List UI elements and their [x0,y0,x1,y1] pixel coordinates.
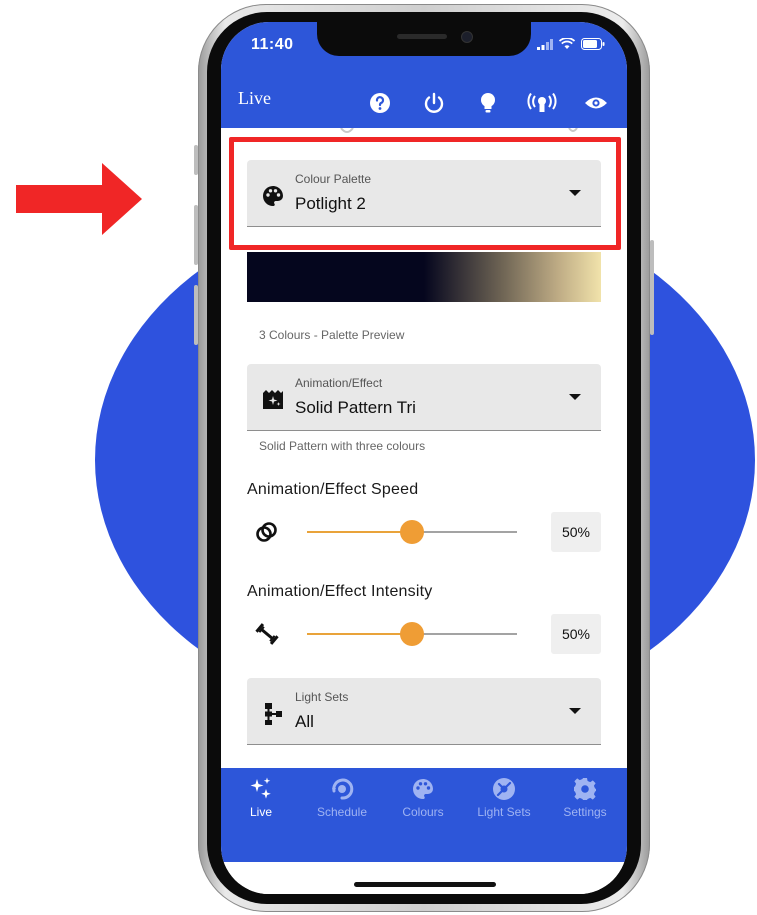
movie-sparkle-icon [263,390,283,409]
phone-power-button [650,240,654,335]
stage: 11:40 Live Colour Palette Potlight 2 3 C… [0,0,757,915]
app-bar-actions [363,86,613,120]
phone-volume-down-button [194,285,198,345]
animation-effect-select[interactable]: Animation/Effect Solid Pattern Tri [247,364,601,431]
highlight-box [229,137,621,250]
animation-effect-value: Solid Pattern Tri [295,398,416,417]
dropdown-caret-icon [569,394,581,400]
help-icon[interactable] [363,86,397,120]
wifi-icon [559,38,575,49]
gear-icon [574,778,596,800]
speed-slider-fill [307,531,412,533]
bottom-tab-bar: Live Schedule Colours Light Sets Setting… [221,768,627,862]
tab-light-sets[interactable]: Light Sets [464,776,544,819]
intensity-slider-row: 50% [247,614,601,654]
cellular-signal-icon [537,38,553,50]
tab-schedule-label: Schedule [316,805,368,819]
notch [317,22,531,56]
broadcast-icon[interactable] [525,86,559,120]
phone-silent-switch [194,145,198,175]
status-icons [537,38,605,50]
status-time: 11:40 [251,36,294,53]
tab-light-sets-label: Light Sets [477,805,531,819]
tab-settings-label: Settings [563,805,607,819]
front-camera [461,31,473,43]
eye-icon[interactable] [579,86,613,120]
light-sets-value: All [295,712,314,731]
schedule-icon [332,778,354,800]
speed-slider-row: 50% [247,512,601,552]
light-sets-label: Light Sets [295,690,349,704]
app-bar: Live [221,78,627,128]
home-indicator-area [221,862,627,894]
light-sets-tree-icon [265,703,282,725]
tab-live-label: Live [249,805,272,819]
speed-rings-icon [256,522,277,542]
speed-slider-track[interactable] [307,520,517,544]
red-arrow-icon [16,163,142,235]
phone-volume-up-button [194,205,198,265]
intensity-slider-thumb[interactable] [400,622,424,646]
intensity-dumbbell-icon [255,623,279,645]
tab-colours[interactable]: Colours [383,776,463,819]
home-indicator[interactable] [354,882,496,887]
power-icon[interactable] [417,86,451,120]
tab-live[interactable]: Live [221,776,301,819]
speed-slider-thumb[interactable] [400,520,424,544]
battery-icon [581,38,605,50]
light-sets-icon [493,778,515,800]
palette-preview-gradient [247,252,601,302]
animation-effect-description: Solid Pattern with three colours [259,439,426,453]
intensity-value: 50% [551,614,601,654]
tab-settings[interactable]: Settings [545,776,625,819]
speaker [397,34,447,39]
intensity-section-title: Animation/Effect Intensity [247,583,433,600]
palette-icon [413,779,433,799]
dropdown-caret-icon [569,708,581,714]
intensity-slider-track[interactable] [307,622,517,646]
speed-value: 50% [551,512,601,552]
intensity-slider-fill [307,633,412,635]
lightbulb-icon[interactable] [471,86,505,120]
speed-section-title: Animation/Effect Speed [247,481,419,498]
tab-colours-label: Colours [402,805,444,819]
animation-effect-label: Animation/Effect [295,376,383,390]
tab-schedule[interactable]: Schedule [302,776,382,819]
sparkles-icon [250,777,271,799]
palette-preview-caption: 3 Colours - Palette Preview [259,328,405,342]
light-sets-select[interactable]: Light Sets All [247,678,601,745]
page-title: Live [238,88,271,108]
